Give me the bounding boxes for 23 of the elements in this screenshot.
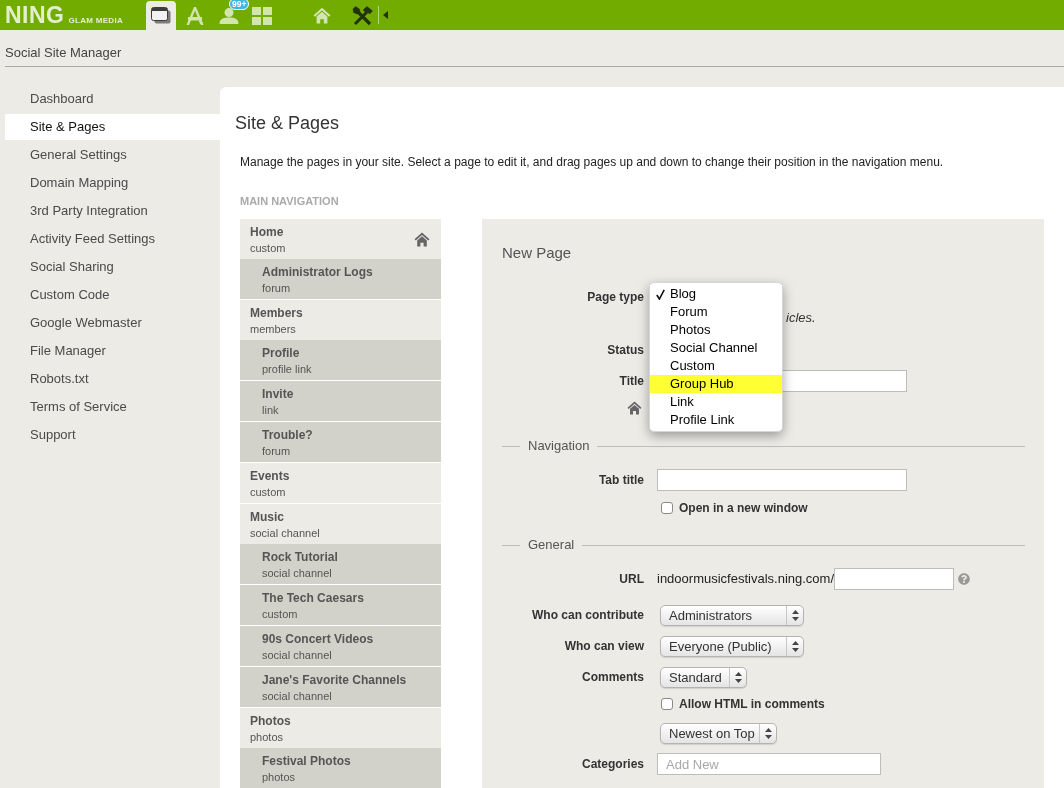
page-title: Site & Pages [235,112,341,134]
page-header-title: Social Site Manager [5,45,122,61]
section-legend: General [528,537,575,553]
page-type-hint: icles. [786,310,816,326]
field-label: Who can contribute [532,607,644,623]
field-label: URL [619,571,644,587]
logo-wordmark: NING [5,4,65,26]
notification-badge: 99+ [229,0,250,10]
page-description: Manage the pages in your site. Select a page to edit it, and drag pages up and down to change their position in the navigation menu. [240,154,945,170]
url-prefix: indoormusicfestivals.ning.com/ [657,571,835,587]
field-label: Categories [581,756,644,772]
field-label: Page type [587,289,644,305]
field-label: Title [619,373,644,389]
field-label: Status [607,342,644,358]
checkbox-label: Open in a new window [679,500,808,516]
section-legend: Navigation [528,438,590,454]
section-heading: MAIN NAVIGATION [240,194,340,208]
form-title: New Page [502,243,573,263]
field-label: Comments [582,669,644,685]
field-label: Who can view [564,638,644,654]
logo-subtitle: GLAM MEDIA [68,16,124,26]
field-label: Tab title [598,472,644,488]
checkbox-label: Allow HTML in comments [679,696,825,712]
